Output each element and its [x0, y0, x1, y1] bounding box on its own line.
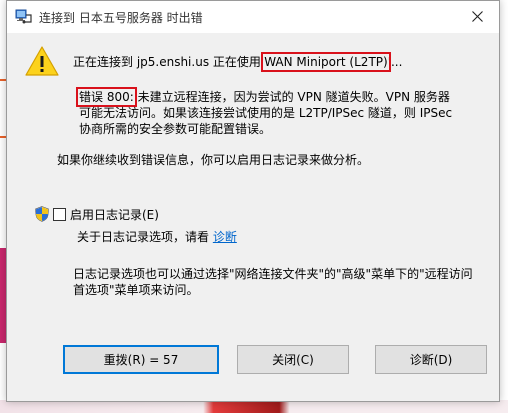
error-line-1: 错误 800: 未建立远程连接，因为尝试的 VPN 隧道失败。VPN 服务器: [76, 87, 450, 107]
title-bar: 连接到 日本五号服务器 时出错: [7, 1, 499, 33]
enable-logging-row[interactable]: 启用日志记录(E): [35, 205, 159, 223]
logging-info-line-2: 首选项"菜单项来访问。: [73, 283, 199, 297]
error-description: 未建立远程连接，因为尝试的 VPN 隧道失败。VPN 服务器: [133, 90, 450, 104]
enable-logging-label[interactable]: 启用日志记录(E): [70, 206, 159, 223]
redial-button[interactable]: 重拨(R) = 57: [63, 345, 219, 374]
diagnose-link[interactable]: 诊断: [213, 230, 237, 244]
warning-triangle-icon: [25, 46, 59, 76]
error-dialog: 连接到 日本五号服务器 时出错 正在连接到 jp5.enshi.us 正在使用'…: [6, 0, 500, 402]
about-logging-text: 关于日志记录选项，请看: [77, 230, 213, 244]
device-name: WAN Miniport (L2TP): [261, 52, 391, 72]
about-logging: 关于日志记录选项，请看 诊断: [77, 229, 237, 245]
error-line-2: 可能无法访问。如果该连接尝试使用的是 L2TP/IPSec 隧道，则 IPSec: [79, 106, 453, 120]
error-code: 错误 800:: [76, 87, 137, 107]
diagnose-button[interactable]: 诊断(D): [375, 345, 487, 374]
close-window-button[interactable]: [455, 1, 499, 32]
error-line-3: 协商所需的安全参数可能配置错误。: [79, 122, 272, 136]
enable-logging-checkbox[interactable]: [53, 207, 66, 221]
close-icon: [471, 11, 483, 22]
network-connection-icon: [15, 9, 32, 24]
connecting-status: 正在连接到 jp5.enshi.us 正在使用'WAN Miniport (L2…: [73, 52, 403, 72]
connecting-prefix: 正在连接到 jp5.enshi.us 正在使用': [73, 55, 265, 69]
logging-info-line-1: 日志记录选项也可以通过选择"网络连接文件夹"的"高级"菜单下的"远程访问: [73, 267, 473, 281]
close-button[interactable]: 关闭(C): [237, 345, 349, 374]
connecting-suffix: '...: [387, 55, 403, 69]
uac-shield-icon: [35, 206, 49, 222]
continue-note: 如果你继续收到错误信息，你可以启用日志记录来做分析。: [57, 153, 370, 167]
window-title: 连接到 日本五号服务器 时出错: [39, 11, 203, 25]
